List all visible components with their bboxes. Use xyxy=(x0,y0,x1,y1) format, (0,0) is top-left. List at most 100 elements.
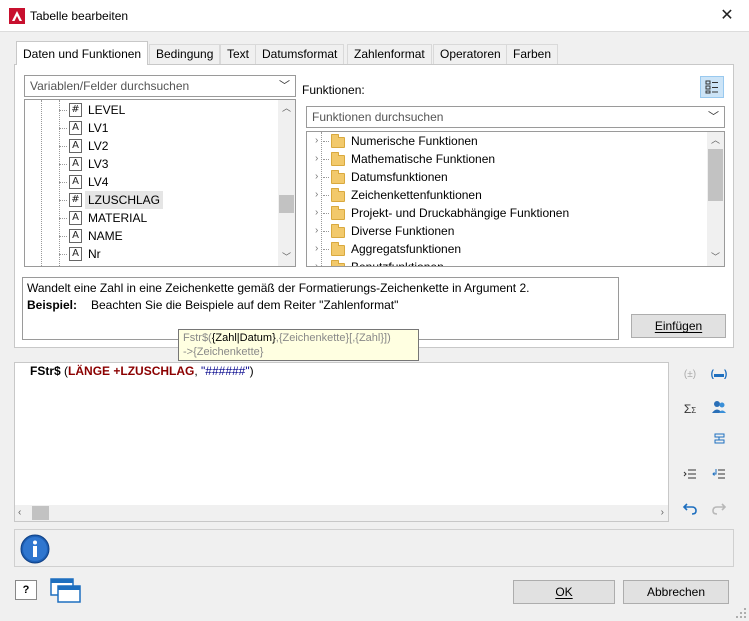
expand-icon[interactable]: › xyxy=(315,222,318,240)
chevron-down-icon: ﹀ xyxy=(708,111,719,123)
line-break-icon[interactable] xyxy=(709,467,729,485)
formula-text[interactable]: FStr$ (LÄNGE +LZUSCHLAG, "######") xyxy=(30,364,254,378)
formula-function: FStr$ xyxy=(30,364,61,378)
text-field-icon: A xyxy=(69,175,82,189)
tree-item-label: LEVEL xyxy=(88,103,126,117)
function-category-label: Zeichenkettenfunktionen xyxy=(351,188,482,202)
tab-operatoren[interactable]: Operatoren xyxy=(433,44,508,64)
chevron-down-icon: ﹀ xyxy=(279,80,290,92)
tree-item-selected[interactable]: # LZUSCHLAG xyxy=(25,191,280,209)
folder-icon xyxy=(331,224,345,238)
resize-grip-icon[interactable] xyxy=(735,607,747,619)
variables-scrollbar[interactable]: ︿ ﹀ xyxy=(278,100,295,266)
tree-item-label: NAME xyxy=(88,229,123,243)
variables-search-placeholder: Variablen/Felder durchsuchen xyxy=(30,79,190,93)
text-field-icon: A xyxy=(69,247,82,261)
functions-search-input[interactable]: Funktionen durchsuchen ﹀ xyxy=(306,106,725,128)
functions-tree[interactable]: › Numerische Funktionen › Mathematische … xyxy=(306,131,725,267)
scroll-down-icon[interactable]: ﹀ xyxy=(278,249,295,266)
ok-button-label: OK xyxy=(555,585,573,599)
tab-farben[interactable]: Farben xyxy=(506,44,559,64)
expand-icon[interactable]: › xyxy=(315,258,318,266)
function-category[interactable]: › Benutzfunktionen xyxy=(307,258,707,266)
tree-item[interactable]: A MATERIAL xyxy=(25,209,280,227)
redo-icon[interactable] xyxy=(709,501,729,519)
users-icon[interactable] xyxy=(709,400,729,418)
function-category[interactable]: › Numerische Funktionen xyxy=(307,132,707,150)
parentheses-icon[interactable]: (±) xyxy=(680,366,700,384)
scroll-left-icon[interactable]: ‹ xyxy=(18,505,21,521)
tree-item[interactable]: A LV3 xyxy=(25,155,280,173)
example-text: Beachten Sie die Beispiele auf dem Reite… xyxy=(91,298,399,312)
editor-horizontal-scrollbar[interactable]: ‹ › xyxy=(14,505,669,522)
expand-icon[interactable]: › xyxy=(315,150,318,168)
function-category[interactable]: › Zeichenkettenfunktionen xyxy=(307,186,707,204)
function-category[interactable]: › Datumsfunktionen xyxy=(307,168,707,186)
tab-text[interactable]: Text xyxy=(220,44,257,64)
tree-item[interactable]: # LEVEL xyxy=(25,101,280,119)
expand-icon[interactable]: › xyxy=(315,186,318,204)
help-icon[interactable]: ? xyxy=(15,580,37,600)
tab-bedingung[interactable]: Bedingung xyxy=(149,44,221,64)
expand-icon[interactable]: › xyxy=(315,168,318,186)
folder-icon xyxy=(331,260,345,266)
formula-editor[interactable]: FStr$ (LÄNGE +LZUSCHLAG, "######") xyxy=(14,362,669,522)
text-field-icon: A xyxy=(69,157,82,171)
tab-daten-und-funktionen[interactable]: Daten und Funktionen xyxy=(16,41,149,65)
scroll-thumb[interactable] xyxy=(32,506,49,520)
cancel-button-label: Abbrechen xyxy=(646,585,706,599)
function-category-label: Aggregatsfunktionen xyxy=(351,242,462,256)
tooltip-arg3: [,{Zahl}] xyxy=(349,332,388,344)
function-category[interactable]: › Diverse Funktionen xyxy=(307,222,707,240)
folder-icon xyxy=(331,170,345,184)
windows-icon[interactable] xyxy=(49,577,83,605)
cancel-button[interactable]: Abbrechen xyxy=(623,580,729,604)
function-category[interactable]: › Mathematische Funktionen xyxy=(307,150,707,168)
formula-arg1: LÄNGE +LZUSCHLAG xyxy=(68,364,195,378)
tree-item[interactable]: A Nr xyxy=(25,245,280,263)
scroll-thumb[interactable] xyxy=(708,149,723,201)
sum-icon[interactable]: ΣΣ xyxy=(680,400,700,418)
field-insert-icon[interactable] xyxy=(709,432,729,450)
function-category-label: Numerische Funktionen xyxy=(351,134,478,148)
variables-search-input[interactable]: Variablen/Felder durchsuchen ﹀ xyxy=(24,75,296,97)
functions-scrollbar[interactable]: ︿ ﹀ xyxy=(707,132,724,266)
tab-datumsformat[interactable]: Datumsformat xyxy=(255,44,345,64)
close-button[interactable]: ✕ xyxy=(712,4,742,28)
text-field-icon: A xyxy=(69,139,82,153)
variables-tree[interactable]: # LEVEL A LV1 A LV2 A LV3 A LV4 # LZUSCH… xyxy=(24,99,296,267)
indent-icon[interactable] xyxy=(680,467,700,485)
text-field-icon: A xyxy=(69,121,82,135)
tree-item-label: LV2 xyxy=(88,139,109,153)
tree-item[interactable]: A LV1 xyxy=(25,119,280,137)
ok-button[interactable]: OK xyxy=(513,580,615,604)
expand-icon[interactable]: › xyxy=(315,204,318,222)
tree-item-label: LV3 xyxy=(88,157,109,171)
insert-button[interactable]: Einfügen xyxy=(631,314,726,338)
expand-icon[interactable]: › xyxy=(315,132,318,150)
tooltip-arg2: {Zeichenkette} xyxy=(278,332,350,344)
scroll-down-icon[interactable]: ﹀ xyxy=(707,249,724,266)
view-toggle-button[interactable] xyxy=(700,76,724,98)
window-title: Tabelle bearbeiten xyxy=(30,9,129,23)
tooltip-signature: Fstr$({Zahl|Datum},{Zeichenkette}[,{Zahl… xyxy=(183,331,414,345)
tree-item[interactable]: A LV2 xyxy=(25,137,280,155)
folder-icon xyxy=(331,188,345,202)
info-icon[interactable] xyxy=(20,534,50,564)
folder-icon xyxy=(331,134,345,148)
tab-zahlenformat[interactable]: Zahlenformat xyxy=(347,44,432,64)
expand-icon[interactable]: › xyxy=(315,240,318,258)
undo-icon[interactable] xyxy=(680,501,700,519)
function-category[interactable]: › Projekt- und Druckabhängige Funktionen xyxy=(307,204,707,222)
scroll-right-icon[interactable]: › xyxy=(661,505,664,521)
functions-label: Funktionen: xyxy=(302,83,365,97)
function-category[interactable]: › Aggregatsfunktionen xyxy=(307,240,707,258)
insert-button-label: Einfügen xyxy=(654,319,703,333)
scroll-up-icon[interactable]: ︿ xyxy=(278,100,295,117)
tree-item[interactable]: A LV4 xyxy=(25,173,280,191)
insert-brackets-icon[interactable]: (▬) xyxy=(709,366,729,384)
scroll-thumb[interactable] xyxy=(279,195,294,213)
tree-item[interactable]: A NAME xyxy=(25,227,280,245)
function-category-label: Datumsfunktionen xyxy=(351,170,448,184)
scroll-up-icon[interactable]: ︿ xyxy=(707,132,724,149)
